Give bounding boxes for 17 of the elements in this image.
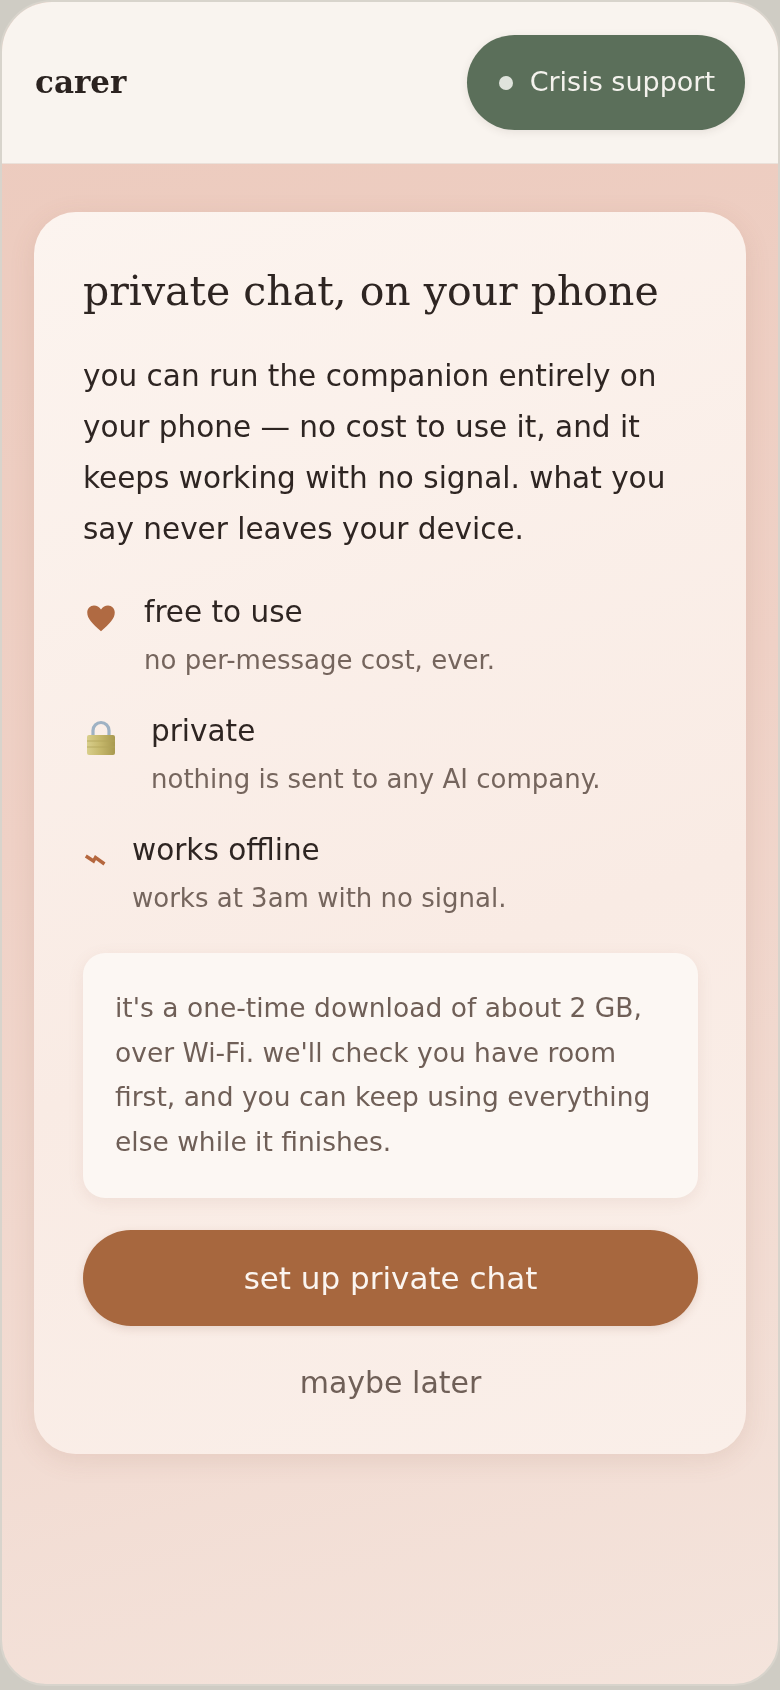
feature-title: free to use <box>144 595 303 629</box>
feature-title: works offline <box>132 833 320 867</box>
status-dot-icon <box>498 75 513 90</box>
padlock-icon <box>86 720 116 755</box>
feature-description: nothing is sent to any AI company. <box>151 763 601 796</box>
feature-title: private <box>151 714 256 748</box>
crisis-support-button[interactable]: Crisis support <box>466 35 745 130</box>
card-title: private chat, on your phone <box>83 266 660 317</box>
intro-paragraph: you can run the companion entirely on your phone — no cost to use it, and it keeps working with no signal. what you say never leaves your device. <box>83 358 667 548</box>
lightning-bolt-icon <box>84 854 106 866</box>
download-info-note: it's a one-time download of about 2 GB, over Wi-Fi. we'll check you have room first, and you can keep using everything else while it finishes. <box>83 953 698 1198</box>
app-logo-text: carer <box>35 67 127 98</box>
feature-description: works at 3am with no signal. <box>132 882 507 915</box>
setup-private-chat-button[interactable]: set up private chat <box>83 1229 698 1326</box>
feature-description: no per-message cost, ever. <box>144 644 496 677</box>
heart-icon <box>86 604 116 632</box>
maybe-later-link[interactable]: maybe later <box>299 1365 482 1400</box>
